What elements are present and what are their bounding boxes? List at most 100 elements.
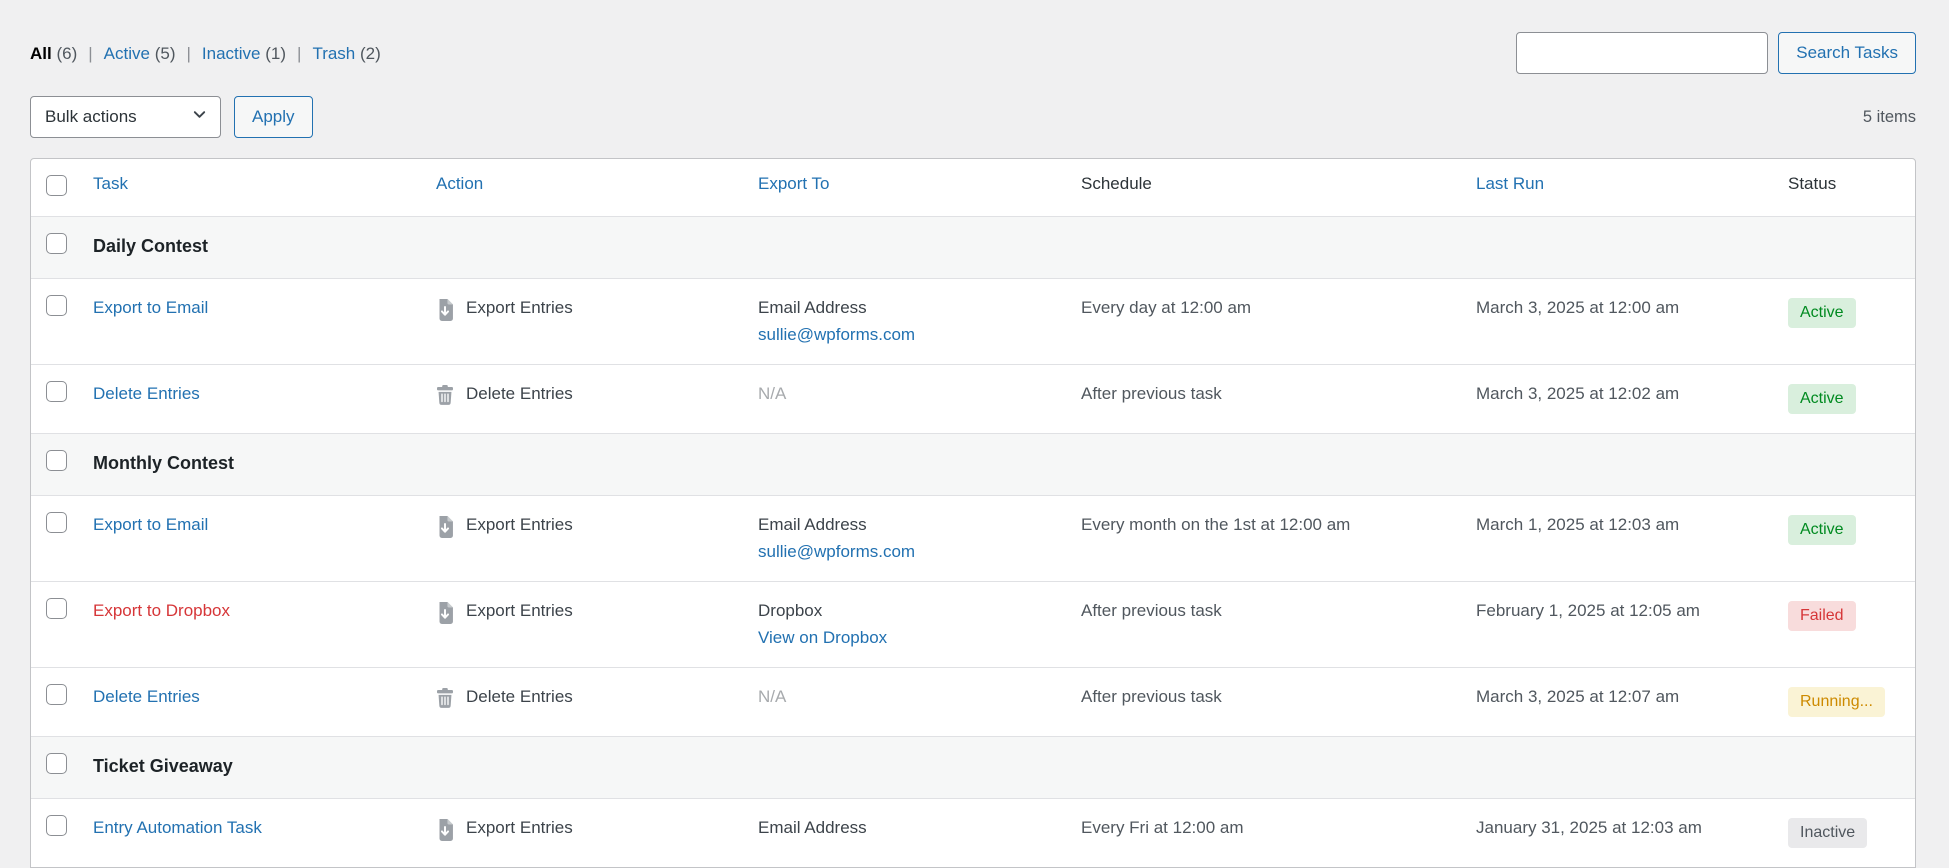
filter-trash-label[interactable]: Trash (312, 44, 355, 63)
export-to-label: Email Address (758, 298, 1057, 318)
row-checkbox[interactable] (46, 684, 67, 705)
table-header-row: Task Action Export To Schedule Last Run … (31, 159, 1915, 217)
chevron-down-icon (192, 107, 207, 127)
select-all-checkbox[interactable] (46, 175, 67, 196)
export-to-link[interactable]: sullie@wpforms.com (758, 325, 915, 345)
group-checkbox[interactable] (46, 233, 67, 254)
apply-button[interactable]: Apply (234, 96, 313, 138)
row-checkbox[interactable] (46, 598, 67, 619)
trash-icon (436, 688, 454, 713)
last-run-cell: February 1, 2025 at 12:05 am (1464, 581, 1776, 667)
schedule-cell: After previous task (1069, 581, 1464, 667)
filter-trash[interactable]: Trash (2) (312, 44, 380, 63)
row-checkbox[interactable] (46, 512, 67, 533)
task-link[interactable]: Delete Entries (93, 384, 200, 403)
column-header-action-label[interactable]: Action (436, 174, 483, 193)
export-to-label: Dropbox (758, 601, 1057, 621)
row-checkbox[interactable] (46, 381, 67, 402)
task-link[interactable]: Export to Email (93, 515, 208, 534)
task-link[interactable]: Entry Automation Task (93, 818, 262, 837)
search-tasks-button[interactable]: Search Tasks (1778, 32, 1916, 74)
action-label: Delete Entries (466, 384, 573, 404)
status-badge: Active (1788, 298, 1856, 328)
row-checkbox[interactable] (46, 295, 67, 316)
last-run-cell: January 31, 2025 at 12:03 am (1464, 798, 1776, 867)
group-title: Ticket Giveaway (93, 756, 233, 776)
top-bar: All (6)|Active (5)|Inactive (1)|Trash (2… (30, 0, 1916, 74)
task-link[interactable]: Export to Dropbox (93, 601, 230, 620)
bulk-actions-selected-value: Bulk actions (45, 107, 137, 127)
export-to-link[interactable]: View on Dropbox (758, 628, 887, 648)
filter-active-count: (5) (155, 44, 176, 63)
column-header-last-run[interactable]: Last Run (1464, 159, 1776, 217)
filter-inactive-label[interactable]: Inactive (202, 44, 261, 63)
table-row: Export to Email Export Entries Email Add… (31, 278, 1915, 364)
bulk-actions-select[interactable]: Bulk actions (30, 96, 221, 138)
task-link[interactable]: Export to Email (93, 298, 208, 317)
action-label: Export Entries (466, 298, 573, 318)
filter-trash-count: (2) (360, 44, 381, 63)
tasks-page: All (6)|Active (5)|Inactive (1)|Trash (2… (0, 0, 1949, 868)
table-row: Export to Email Export Entries Email Add… (31, 495, 1915, 581)
column-header-task[interactable]: Task (81, 159, 424, 217)
table-row: Entry Automation Task Export Entries Ema… (31, 798, 1915, 867)
group-row: Daily Contest (31, 217, 1915, 278)
export-to-label: N/A (758, 384, 1057, 404)
filter-inactive[interactable]: Inactive (1) (202, 44, 286, 63)
group-row: Monthly Contest (31, 433, 1915, 495)
file-export-icon (436, 516, 454, 543)
group-row: Ticket Giveaway (31, 736, 1915, 798)
export-to-label: Email Address (758, 818, 1057, 838)
column-header-status: Status (1776, 159, 1915, 217)
status-filters: All (6)|Active (5)|Inactive (1)|Trash (2… (30, 32, 381, 64)
export-to-label: Email Address (758, 515, 1057, 535)
status-badge: Active (1788, 384, 1856, 414)
file-export-icon (436, 602, 454, 629)
tasks-table: Task Action Export To Schedule Last Run … (30, 158, 1916, 868)
task-link[interactable]: Delete Entries (93, 687, 200, 706)
last-run-cell: March 3, 2025 at 12:02 am (1464, 364, 1776, 433)
group-checkbox[interactable] (46, 753, 67, 774)
export-to-link[interactable]: sullie@wpforms.com (758, 542, 915, 562)
last-run-cell: March 3, 2025 at 12:00 am (1464, 278, 1776, 364)
column-header-action[interactable]: Action (424, 159, 746, 217)
search-input[interactable] (1516, 32, 1768, 74)
row-checkbox[interactable] (46, 815, 67, 836)
filter-all[interactable]: All (6) (30, 44, 77, 63)
export-to-label: N/A (758, 687, 1057, 707)
status-badge: Running... (1788, 687, 1885, 717)
status-badge: Inactive (1788, 818, 1867, 848)
action-label: Export Entries (466, 818, 573, 838)
filter-separator: | (88, 44, 92, 63)
status-badge: Failed (1788, 601, 1856, 631)
column-header-schedule: Schedule (1069, 159, 1464, 217)
filter-active[interactable]: Active (5) (104, 44, 176, 63)
action-label: Export Entries (466, 601, 573, 621)
status-badge: Active (1788, 515, 1856, 545)
filter-active-label[interactable]: Active (104, 44, 150, 63)
table-row: Delete Entries Delete Entries N/A After … (31, 364, 1915, 433)
filter-inactive-count: (1) (265, 44, 286, 63)
column-header-last-run-label[interactable]: Last Run (1476, 174, 1544, 193)
column-header-task-label[interactable]: Task (93, 174, 128, 193)
column-header-export-to[interactable]: Export To (746, 159, 1069, 217)
schedule-cell: After previous task (1069, 667, 1464, 736)
trash-icon (436, 385, 454, 410)
file-export-icon (436, 819, 454, 846)
group-title: Daily Contest (93, 236, 208, 256)
bulk-actions-group: Bulk actions Apply (30, 96, 313, 138)
table-row: Delete Entries Delete Entries N/A After … (31, 667, 1915, 736)
group-title: Monthly Contest (93, 453, 234, 473)
filter-all-count: (6) (56, 44, 77, 63)
filter-separator: | (186, 44, 190, 63)
schedule-cell: Every month on the 1st at 12:00 am (1069, 495, 1464, 581)
action-label: Delete Entries (466, 687, 573, 707)
group-checkbox[interactable] (46, 450, 67, 471)
filter-all-label[interactable]: All (30, 44, 52, 63)
toolbar: Bulk actions Apply 5 items (30, 96, 1916, 138)
file-export-icon (436, 299, 454, 326)
schedule-cell: Every Fri at 12:00 am (1069, 798, 1464, 867)
items-count: 5 items (1863, 108, 1916, 127)
table-row: Export to Dropbox Export Entries Dropbox… (31, 581, 1915, 667)
column-header-export-to-label[interactable]: Export To (758, 174, 830, 193)
